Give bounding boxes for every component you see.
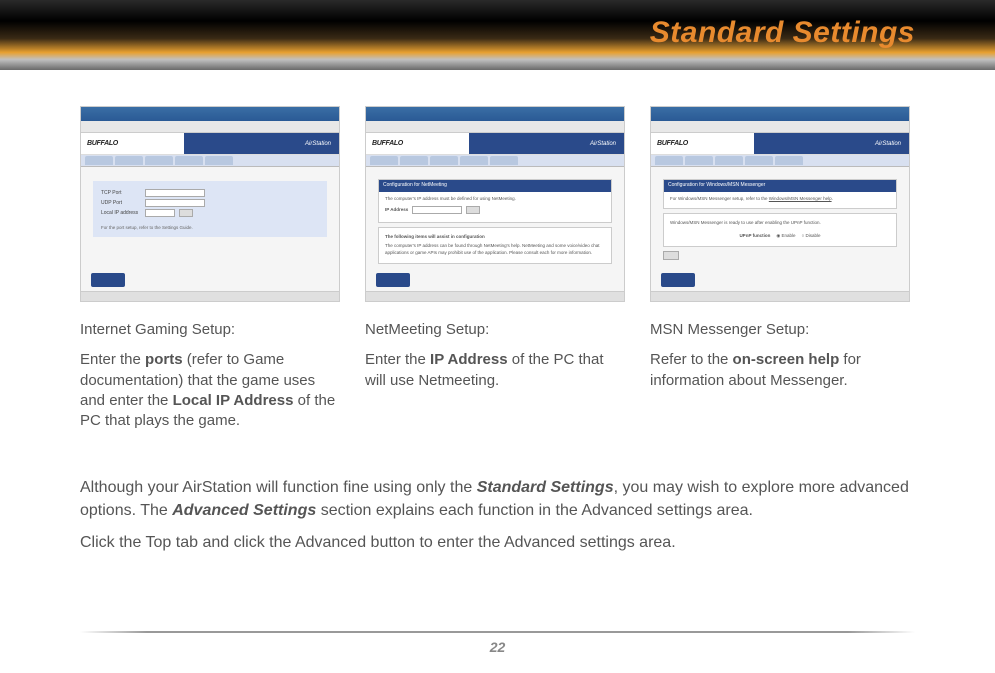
form-label: Local IP address xyxy=(101,210,141,217)
form-button xyxy=(466,206,480,214)
panel-text: For Windows/MSN Messenger setup, refer t… xyxy=(670,196,890,203)
caption-title: MSN Messenger Setup: xyxy=(650,320,910,340)
set-button xyxy=(663,251,679,260)
window-titlebar xyxy=(651,107,909,121)
nav-tab xyxy=(775,156,803,165)
panel-text: The computer's IP address must be define… xyxy=(385,196,605,203)
form-row: Local IP address xyxy=(101,209,319,217)
form-input xyxy=(412,206,462,214)
panel-text: The computer's IP address can be found t… xyxy=(385,243,605,257)
branding-bar: BUFFALO AirStation xyxy=(81,133,339,155)
radio-option: ◉ Enable xyxy=(776,233,795,240)
screenshot-body: Configuration for NetMeeting The compute… xyxy=(366,167,624,276)
form-row: UDP Port xyxy=(101,199,319,207)
nav-tabs xyxy=(366,155,624,167)
nav-tabs xyxy=(81,155,339,167)
branding-bar: BUFFALO AirStation xyxy=(366,133,624,155)
form-label: TCP Port xyxy=(101,190,141,197)
radio-label: UPnP function xyxy=(739,233,770,240)
nav-tab xyxy=(430,156,458,165)
content-area: BUFFALO AirStation TCP Port xyxy=(0,70,995,584)
nav-tab xyxy=(400,156,428,165)
screenshot-netmeeting: BUFFALO AirStation Configuration for Net… xyxy=(365,106,625,302)
radio-option: ○ Disable xyxy=(802,233,821,240)
form-input xyxy=(145,199,205,207)
caption-body: Refer to the on-screen help for informat… xyxy=(650,350,910,391)
nav-tab xyxy=(685,156,713,165)
back-button xyxy=(91,273,125,287)
bottom-p1: Although your AirStation will function f… xyxy=(80,477,915,522)
nav-tab xyxy=(175,156,203,165)
form-label: UDP Port xyxy=(101,200,141,207)
column-messenger: BUFFALO AirStation Configuration for Win… xyxy=(650,106,915,431)
nav-tab xyxy=(205,156,233,165)
form-row: IP Address xyxy=(385,206,605,214)
caption-netmeeting: NetMeeting Setup: Enter the IP Address o… xyxy=(365,320,625,391)
caption-messenger: MSN Messenger Setup: Refer to the on-scr… xyxy=(650,320,910,391)
nav-tabs xyxy=(651,155,909,167)
screenshot-body: TCP Port UDP Port Local IP address xyxy=(81,167,339,251)
header-band: Standard Settings xyxy=(0,0,995,70)
branding-bar: BUFFALO AirStation xyxy=(651,133,909,155)
window-statusbar xyxy=(651,291,909,301)
bottom-p2: Click the Top tab and click the Advanced… xyxy=(80,532,915,554)
panel-header: Configuration for NetMeeting xyxy=(379,180,611,192)
screenshot-body: Configuration for Windows/MSN Messenger … xyxy=(651,167,909,268)
help-text: For the port setup, refer to the Setting… xyxy=(101,225,319,231)
form-row: TCP Port xyxy=(101,189,319,197)
page-title: Standard Settings xyxy=(650,16,915,50)
window-titlebar xyxy=(81,107,339,121)
back-button xyxy=(376,273,410,287)
footer-divider xyxy=(80,631,915,633)
column-netmeeting: BUFFALO AirStation Configuration for Net… xyxy=(365,106,630,431)
info-panel: Configuration for Windows/MSN Messenger … xyxy=(663,179,897,209)
window-toolbar xyxy=(81,121,339,133)
nav-tab xyxy=(655,156,683,165)
caption-gaming: Internet Gaming Setup: Enter the ports (… xyxy=(80,320,340,431)
nav-tab xyxy=(490,156,518,165)
caption-body: Enter the IP Address of the PC that will… xyxy=(365,350,625,391)
panel-text: Windows/MSN Messenger is ready to use af… xyxy=(670,220,890,227)
form-input xyxy=(145,189,205,197)
brand-text: AirStation xyxy=(875,141,901,147)
nav-tab xyxy=(115,156,143,165)
nav-tab xyxy=(460,156,488,165)
caption-body: Enter the ports (refer to Game documenta… xyxy=(80,350,340,431)
nav-tab xyxy=(370,156,398,165)
nav-tab xyxy=(745,156,773,165)
caption-title: Internet Gaming Setup: xyxy=(80,320,340,340)
brand-text: AirStation xyxy=(305,141,331,147)
window-statusbar xyxy=(366,291,624,301)
nav-tab xyxy=(85,156,113,165)
panel-header: Configuration for Windows/MSN Messenger xyxy=(664,180,896,192)
window-toolbar xyxy=(366,121,624,133)
radio-row: UPnP function ◉ Enable ○ Disable xyxy=(670,233,890,240)
window-toolbar xyxy=(651,121,909,133)
brand-text: AirStation xyxy=(590,141,616,147)
info-panel: Windows/MSN Messenger is ready to use af… xyxy=(663,213,897,247)
caption-title: NetMeeting Setup: xyxy=(365,320,625,340)
info-panel: The following items will assist in confi… xyxy=(378,227,612,263)
page-footer: 22 xyxy=(0,631,995,655)
info-panel: Configuration for NetMeeting The compute… xyxy=(378,179,612,223)
window-statusbar xyxy=(81,291,339,301)
window-titlebar xyxy=(366,107,624,121)
back-button xyxy=(661,273,695,287)
form-input xyxy=(145,209,175,217)
bottom-paragraphs: Although your AirStation will function f… xyxy=(80,477,915,554)
column-gaming: BUFFALO AirStation TCP Port xyxy=(80,106,345,431)
nav-tab xyxy=(715,156,743,165)
screenshot-gaming: BUFFALO AirStation TCP Port xyxy=(80,106,340,302)
brand-logo: BUFFALO xyxy=(372,140,403,147)
screenshots-row: BUFFALO AirStation TCP Port xyxy=(80,106,915,431)
panel-subheader: The following items will assist in confi… xyxy=(385,234,605,241)
nav-tab xyxy=(145,156,173,165)
form-button xyxy=(179,209,193,217)
form-label: IP Address xyxy=(385,207,408,214)
page-number: 22 xyxy=(0,639,995,655)
screenshot-messenger: BUFFALO AirStation Configuration for Win… xyxy=(650,106,910,302)
brand-logo: BUFFALO xyxy=(657,140,688,147)
brand-logo: BUFFALO xyxy=(87,140,118,147)
